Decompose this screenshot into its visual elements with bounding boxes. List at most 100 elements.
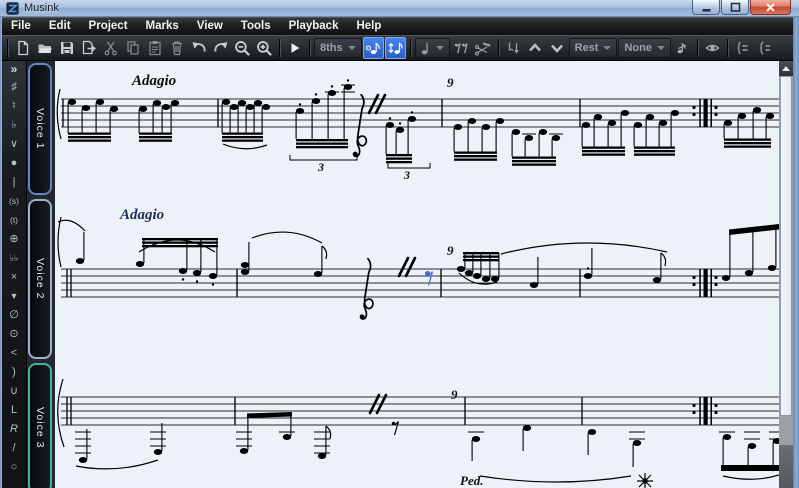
undo-icon (192, 42, 206, 52)
brace-icon (760, 41, 771, 55)
palette-double-flat[interactable]: ♭♭ (10, 249, 19, 268)
tab-voice-2[interactable]: Voice 2 (28, 199, 52, 359)
note-length-value: 8ths (320, 42, 343, 54)
scrollbar-track-end[interactable] (779, 445, 793, 488)
palette-open-notehead[interactable]: ○ (11, 458, 18, 477)
zoom-out-button[interactable] (232, 37, 253, 59)
grace-note-icon (678, 43, 687, 54)
palette-left-hand[interactable]: L (11, 401, 17, 420)
scrollbar-up-button[interactable] (779, 61, 793, 76)
close-button[interactable] (750, 0, 791, 15)
quarter-note (468, 431, 484, 461)
triplet-group: 3 (385, 111, 431, 182)
rest-dropdown[interactable]: Rest (568, 38, 618, 58)
save-button[interactable] (56, 37, 77, 59)
beam-group (456, 252, 500, 285)
minimize-button[interactable] (692, 0, 720, 15)
toolbar-separator (309, 39, 310, 57)
paste-icon (148, 41, 161, 56)
pitch-shift-toggle[interactable] (384, 37, 406, 59)
palette-circle-dot[interactable]: ⊙ (9, 325, 18, 344)
beam-tool-button[interactable] (473, 37, 494, 59)
menu-bar: File Edit Project Marks View Tools Playb… (2, 17, 793, 35)
note-length-dropdown[interactable]: 8ths (314, 38, 362, 58)
export-button[interactable] (78, 37, 99, 59)
palette-staccato[interactable]: (s) (9, 192, 19, 211)
staff-brace-button[interactable] (754, 37, 775, 59)
staff-bracket-button[interactable] (732, 37, 753, 59)
open-button[interactable] (34, 37, 55, 59)
scrollbar-thumb[interactable] (780, 76, 792, 416)
menu-view[interactable]: View (188, 17, 232, 35)
chevron-up-icon (529, 43, 542, 52)
menu-project[interactable]: Project (80, 17, 137, 35)
palette-cross-notehead[interactable]: × (11, 268, 17, 287)
rest-dropdown-value: Rest (574, 42, 599, 54)
quarter-note (57, 219, 86, 264)
palette-tenuto[interactable]: (t) (10, 211, 18, 230)
delete-button[interactable] (166, 37, 187, 59)
paste-button[interactable] (144, 37, 165, 59)
menu-edit[interactable]: Edit (40, 17, 80, 35)
tab-voice-3[interactable]: Voice 3 (28, 363, 52, 488)
copy-button[interactable] (122, 37, 143, 59)
palette-stem[interactable]: | (13, 173, 16, 192)
musink-window: Musink File Edit Project Marks View Tool… (0, 0, 799, 488)
palette-slashed-circle[interactable]: ∅ (9, 306, 19, 325)
undo-button[interactable] (188, 37, 209, 59)
step-up-button[interactable] (525, 37, 546, 59)
grace-note-button[interactable] (672, 37, 693, 59)
palette-tie[interactable]: ∪ (10, 382, 18, 401)
palette-accent[interactable]: < (11, 344, 17, 363)
play-button[interactable] (284, 37, 305, 59)
voice-tab-column: Voice 1 Voice 2 Voice 3 (27, 61, 55, 488)
palette-triangle-notehead[interactable]: ▼ (10, 287, 19, 306)
step-down-button[interactable] (547, 37, 568, 59)
note-duration-dropdown[interactable] (414, 38, 450, 58)
new-document-button[interactable] (12, 37, 33, 59)
rest-tool-icon (454, 43, 468, 54)
palette-expand-button[interactable]: » (11, 61, 18, 78)
menu-help[interactable]: Help (347, 17, 390, 35)
pedal-slur (479, 475, 632, 483)
palette-right-hand[interactable]: R (10, 420, 18, 439)
palette-parenthesis[interactable]: ) (12, 363, 16, 382)
app-icon (6, 1, 19, 15)
tempo-marking: Adagio (119, 207, 164, 223)
palette-sharp[interactable]: ♯ (11, 78, 17, 97)
title-bar[interactable]: Musink (0, 0, 799, 17)
menu-playback[interactable]: Playback (280, 17, 348, 35)
palette-coda[interactable]: ⊕ (9, 230, 18, 249)
voice-1-label: Voice 1 (34, 108, 46, 150)
note-entry-toggle[interactable] (362, 37, 384, 59)
copy-icon (126, 41, 139, 55)
zoom-in-button[interactable] (254, 37, 275, 59)
rest-tool-button[interactable] (451, 37, 472, 59)
cut-button[interactable] (100, 37, 121, 59)
system-continuation-curve (57, 378, 65, 448)
score-canvas[interactable]: Adagio 3 3 9 Adagio 9 9 Ped. (55, 61, 782, 488)
menu-marks[interactable]: Marks (137, 17, 188, 35)
palette-filled-notehead[interactable]: ● (11, 154, 18, 173)
beam-scissors-icon (474, 42, 491, 56)
slur (75, 459, 159, 470)
tie-dropdown[interactable]: None (618, 38, 671, 58)
beam-group (511, 129, 563, 166)
note-step-down-button[interactable] (503, 37, 524, 59)
beam-group (581, 110, 630, 156)
system-continuation-curve (57, 216, 62, 268)
tab-voice-1[interactable]: Voice 1 (28, 63, 52, 195)
scrollbar-track[interactable] (779, 416, 793, 445)
palette-flat[interactable]: ♭ (11, 116, 16, 135)
quarter-note (587, 429, 597, 455)
export-icon (82, 40, 96, 55)
vertical-scrollbar[interactable] (779, 61, 793, 488)
palette-marcato[interactable]: ∨ (10, 135, 18, 154)
visibility-button[interactable] (702, 37, 723, 59)
palette-slash[interactable]: / (12, 439, 15, 458)
menu-tools[interactable]: Tools (232, 17, 280, 35)
menu-file[interactable]: File (2, 17, 40, 35)
redo-button[interactable] (210, 37, 231, 59)
palette-natural[interactable]: ♮ (12, 97, 16, 116)
maximize-button[interactable] (721, 0, 749, 15)
